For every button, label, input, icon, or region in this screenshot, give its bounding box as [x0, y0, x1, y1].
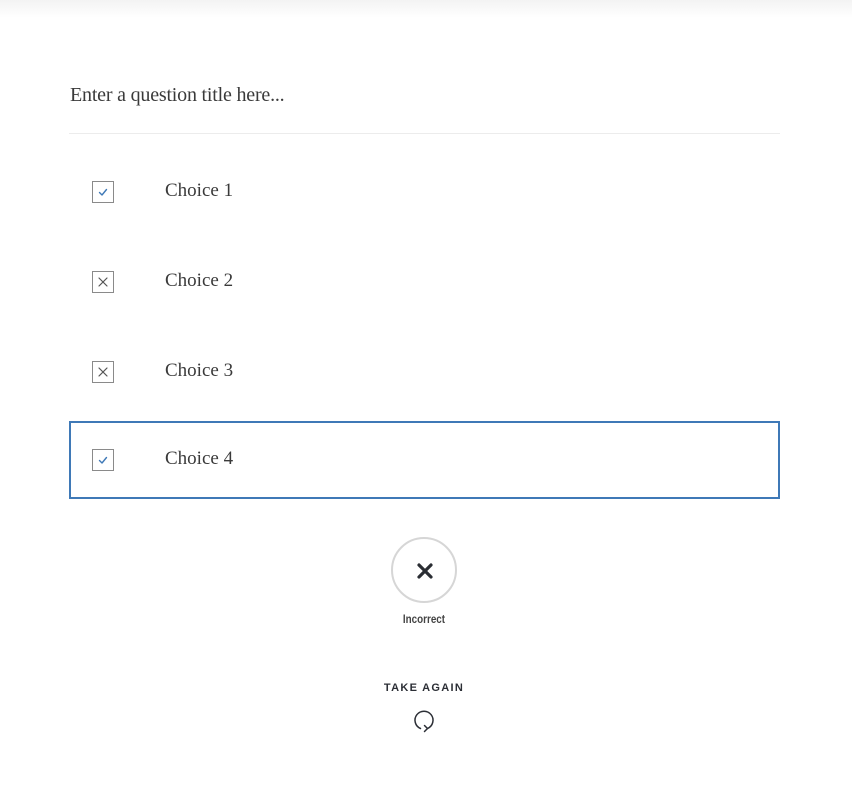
refresh-icon — [414, 710, 434, 733]
header-shadow — [0, 0, 852, 18]
question-title[interactable]: Enter a question title here... — [70, 84, 285, 107]
title-divider — [69, 133, 780, 134]
cross-icon — [98, 277, 108, 287]
result-status-label: Incorrect — [402, 612, 446, 626]
take-again-button[interactable]: TAKE AGAIN — [349, 682, 499, 733]
x-icon — [417, 563, 433, 579]
take-again-label: TAKE AGAIN — [383, 682, 465, 694]
choice-item-3[interactable]: Choice 3 — [69, 331, 780, 409]
choice-item-2[interactable]: Choice 2 — [69, 241, 780, 319]
choice-label: Choice 1 — [165, 180, 234, 201]
cross-icon — [98, 367, 108, 377]
checkbox-1[interactable] — [92, 181, 114, 203]
choice-item-1[interactable]: Choice 1 — [69, 151, 780, 229]
checkbox-3[interactable] — [92, 361, 114, 383]
checkbox-4[interactable] — [92, 449, 114, 471]
choice-label: Choice 4 — [165, 448, 234, 469]
checkmark-icon — [98, 188, 108, 196]
choice-item-4[interactable]: Choice 4 — [69, 421, 780, 499]
checkmark-icon — [98, 456, 108, 464]
choice-label: Choice 3 — [165, 360, 234, 381]
checkbox-2[interactable] — [92, 271, 114, 293]
choice-label: Choice 2 — [165, 270, 234, 291]
result-badge — [391, 537, 457, 603]
